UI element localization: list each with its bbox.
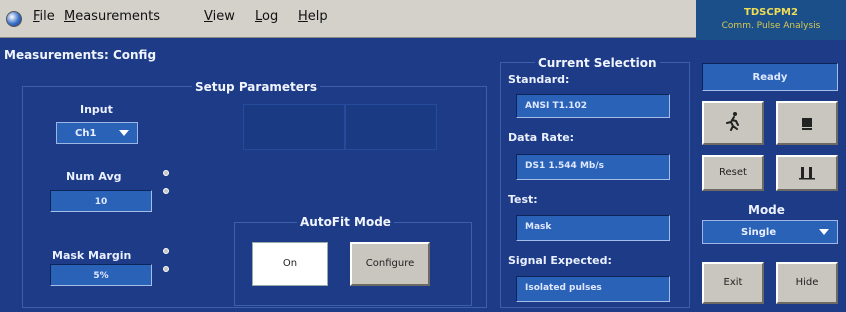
brand-title: TDSCPM2 bbox=[744, 7, 798, 18]
brand-subtitle: Comm. Pulse Analysis bbox=[721, 21, 821, 31]
data-rate-field: DS1 1.544 Mb/s bbox=[516, 154, 670, 180]
pause-button[interactable] bbox=[776, 155, 838, 191]
input-dropdown[interactable]: Ch1 bbox=[56, 122, 138, 144]
mask-margin-knob-indicator-icon[interactable] bbox=[163, 266, 169, 272]
current-selection-header: Current Selection bbox=[535, 56, 660, 70]
num-avg-label: Num Avg bbox=[66, 170, 122, 183]
standard-label: Standard: bbox=[508, 73, 570, 86]
menu-file[interactable]: File bbox=[33, 9, 55, 24]
menu-log[interactable]: Log bbox=[255, 9, 278, 24]
mask-margin-label: Mask Margin bbox=[52, 249, 132, 262]
stop-icon bbox=[802, 118, 812, 130]
test-field: Mask bbox=[516, 215, 670, 241]
blank-panel bbox=[243, 104, 345, 150]
test-label: Test: bbox=[508, 193, 538, 206]
run-button[interactable] bbox=[702, 101, 764, 145]
menu-view[interactable]: View bbox=[204, 9, 235, 24]
signal-expected-label: Signal Expected: bbox=[508, 254, 612, 267]
standard-field: ANSI T1.102 bbox=[516, 94, 670, 118]
pause-icon bbox=[799, 167, 815, 180]
autofit-configure-button[interactable]: Configure bbox=[350, 242, 430, 286]
menu-measurements[interactable]: Measurements bbox=[64, 9, 160, 24]
menu-help[interactable]: Help bbox=[298, 9, 328, 24]
num-avg-field[interactable]: 10 bbox=[50, 190, 152, 212]
status-field: Ready bbox=[702, 63, 838, 91]
page-title: Measurements: Config bbox=[4, 48, 157, 62]
mode-dropdown-value: Single bbox=[741, 227, 777, 238]
input-dropdown-value: Ch1 bbox=[75, 128, 97, 139]
hide-button[interactable]: Hide bbox=[776, 262, 838, 304]
input-label: Input bbox=[80, 103, 113, 116]
num-avg-knob-indicator-icon[interactable] bbox=[163, 170, 169, 176]
running-man-icon bbox=[726, 112, 739, 131]
chevron-down-icon bbox=[819, 229, 829, 235]
data-rate-label: Data Rate: bbox=[508, 131, 575, 144]
blank-panel bbox=[345, 104, 437, 150]
reset-button[interactable]: Reset bbox=[702, 155, 764, 191]
signal-expected-field: Isolated pulses bbox=[516, 276, 670, 302]
setup-parameters-header: Setup Parameters bbox=[192, 80, 320, 94]
mode-dropdown[interactable]: Single bbox=[702, 220, 838, 244]
app-icon[interactable] bbox=[6, 11, 22, 27]
chevron-down-icon bbox=[119, 130, 129, 136]
autofit-mode-header: AutoFit Mode bbox=[297, 215, 394, 229]
menu-bar: File Measurements View Log Help bbox=[0, 0, 696, 38]
exit-button[interactable]: Exit bbox=[702, 262, 764, 304]
mode-label: Mode bbox=[748, 203, 785, 217]
autofit-on-button[interactable]: On bbox=[252, 242, 328, 286]
brand-panel: TDSCPM2 Comm. Pulse Analysis bbox=[696, 0, 846, 40]
stop-button[interactable] bbox=[776, 101, 838, 145]
num-avg-knob-indicator-icon[interactable] bbox=[163, 188, 169, 194]
mask-margin-field[interactable]: 5% bbox=[50, 264, 152, 286]
mask-margin-knob-indicator-icon[interactable] bbox=[163, 248, 169, 254]
